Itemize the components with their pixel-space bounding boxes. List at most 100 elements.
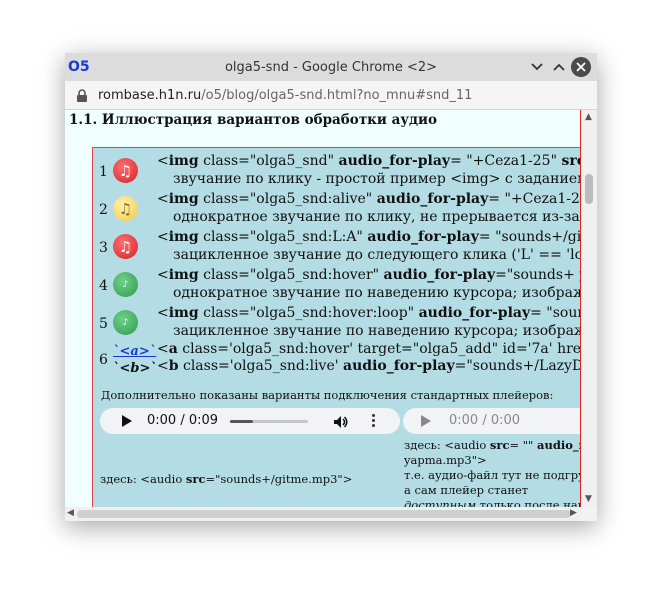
row-number: 1 [99,164,108,180]
code-val: = "+Ceza1-25" [450,153,562,169]
music-note-red-icon[interactable]: ♫ [113,234,138,259]
code-attr: audio_for-play [383,267,496,283]
code-attr: audio_for-play [367,229,479,245]
scroll-up-icon[interactable]: ▲ [585,112,592,122]
code-tag: img [168,191,199,207]
url-host: rombase.h1n.ru [98,88,202,103]
list-item: 5 ♪ <img class="olga5_snd:hover:loop" audi… [93,304,581,342]
caption-src: src [185,472,206,486]
right-caption-line: доступным только после навед [404,498,581,507]
code-lt: < [157,358,169,374]
play-icon[interactable] [421,415,431,427]
code-line: <img class="olga5_snd:alive" audio_for-p… [157,191,581,207]
list-item: 1 ♫ <img class="olga5_snd" audio_for-play=… [93,152,581,190]
code-rest: class='olga5_snd:hover' target="olga5_ad… [182,341,581,357]
row-number: 2 [99,202,108,218]
row-description: звучание по клику - простой пример <img>… [173,171,581,187]
code-attr: audio_for-play [418,305,531,321]
code-tag: b [168,358,179,374]
caption-src: src [489,438,510,452]
scroll-left-icon[interactable]: ◀ [67,508,74,518]
row-description: однократное звучание по наведению курсор… [173,285,581,301]
minimize-button[interactable] [527,57,547,77]
tag-a-link[interactable]: `<a>` [113,343,157,360]
caption-pre: здесь: <audio [404,438,490,452]
code-line: <a class='olga5_snd:hover' target="olga5… [157,341,581,357]
list-item: 4 ♪ <img class="olga5_snd:hover" audio_for… [93,266,581,304]
vertical-scrollbar[interactable]: ▲ ▼ [581,110,597,507]
headphones-green-icon[interactable]: ♪ [113,272,138,297]
player-time: 0:00 / 0:09 [147,413,219,428]
row-number: 3 [99,240,108,256]
window-title: olga5-snd - Google Chrome <2> [224,60,438,75]
code-line: <img class="olga5_snd:hover:loop" audio_… [157,305,581,321]
section-heading: 1.1. Иллюстрация вариантов обработки ауд… [69,112,438,128]
scroll-down-icon[interactable]: ▼ [585,494,592,504]
scrollbar-thumb[interactable] [585,174,593,204]
right-caption-line: здесь: <audio src= "" audio_fo [404,438,581,452]
code-lt: < [157,305,169,321]
seek-bar[interactable] [230,420,308,423]
close-icon [576,62,586,72]
code-tag: img [168,229,199,245]
code-val: ="sounds+ yapma.m [495,267,581,283]
chevron-up-icon [553,63,565,71]
audio-player[interactable]: 0:00 / 0:09 [100,408,400,434]
url-path: /o5/blog/olga5-snd.html?no_mnu#snd_11 [201,88,473,103]
play-icon[interactable] [122,415,132,427]
browser-window: O5 olga5-snd - Google Chrome <2> rombase… [65,53,597,521]
row-description: зацикленное звучание по наведению курсор… [173,323,581,339]
code-tag: img [168,267,199,283]
left-caption: здесь: <audio src="sounds+/gitme.mp3"> [100,472,352,486]
music-note-red-icon[interactable]: ♫ [113,158,138,183]
code-val: = "sounds+/gitme.mp [478,229,581,245]
code-attr: audio_for-play [376,191,489,207]
code-mid: class="olga5_snd:hover" [198,267,384,283]
code-mid: class='olga5_snd:live' [178,358,344,374]
code-attr: audio_for-play [343,358,455,374]
right-caption-line: yapma.mp3"> [404,453,487,467]
caption-pre: здесь: <audio [100,472,186,486]
code-lt: < [157,341,169,357]
url-text[interactable]: rombase.h1n.ru/o5/blog/olga5-snd.html?no… [98,88,472,103]
music-note-yellow-icon[interactable]: ♫ [113,196,138,221]
caption-attr: audio_fo [537,438,581,452]
seek-bar-fill [230,420,253,423]
row-number: 5 [99,316,108,332]
caption-emphasis: доступным [404,498,477,507]
code-tag: a [168,341,178,357]
code-mid: class="olga5_snd:alive" [198,191,377,207]
more-options-icon[interactable] [372,414,376,429]
code-val: = "+Ceza1-25"/> [488,191,581,207]
lock-icon[interactable] [76,88,88,107]
chevron-down-icon [531,63,543,71]
list-item: 6 `<a>` `<b>` <a class='olga5_snd:hover'… [93,340,581,378]
address-bar[interactable]: rombase.h1n.ru/o5/blog/olga5-snd.html?no… [65,81,597,110]
tag-b-label[interactable]: `<b>` [113,360,157,377]
page-viewport: 1.1. Иллюстрация вариантов обработки ауд… [65,110,581,507]
code-lt: < [157,191,169,207]
code-line: <img class="olga5_snd:L:A" audio_for-pla… [157,229,581,245]
list-item: 2 ♫ <img class="olga5_snd:alive" audio_for… [93,190,581,228]
player-time: 0:00 / 0:00 [449,413,521,428]
volume-icon[interactable] [333,414,349,433]
maximize-button[interactable] [549,57,569,77]
title-bar[interactable]: O5 olga5-snd - Google Chrome <2> [65,53,597,81]
list-item: 3 ♫ <img class="olga5_snd:L:A" audio_for-p… [93,228,581,266]
code-val: = "sounds+ ya [530,305,581,321]
scrollbar-thumb[interactable] [77,510,571,518]
horizontal-scrollbar[interactable]: ◀ ▶ [65,507,581,521]
caption-rest: только после навед [479,498,581,507]
row-description: однократное звучание по клику, не прерыв… [173,209,581,225]
code-mid: class="olga5_snd:hover:loop" [198,305,419,321]
caption-mid: = "" [509,438,537,452]
scroll-right-icon[interactable]: ▶ [570,508,577,518]
headphones-green-icon[interactable]: ♪ [113,310,138,335]
audio-player-2[interactable]: 0:00 / 0:00 [403,408,581,434]
demo-box: 1 ♫ <img class="olga5_snd" audio_for-play=… [92,147,581,507]
close-button[interactable] [571,57,591,77]
code-tag: img [168,305,199,321]
code-lt: < [157,153,169,169]
row-description: зацикленное звучание до следующего клика… [173,247,581,263]
code-mid: class="olga5_snd:L:A" [198,229,368,245]
